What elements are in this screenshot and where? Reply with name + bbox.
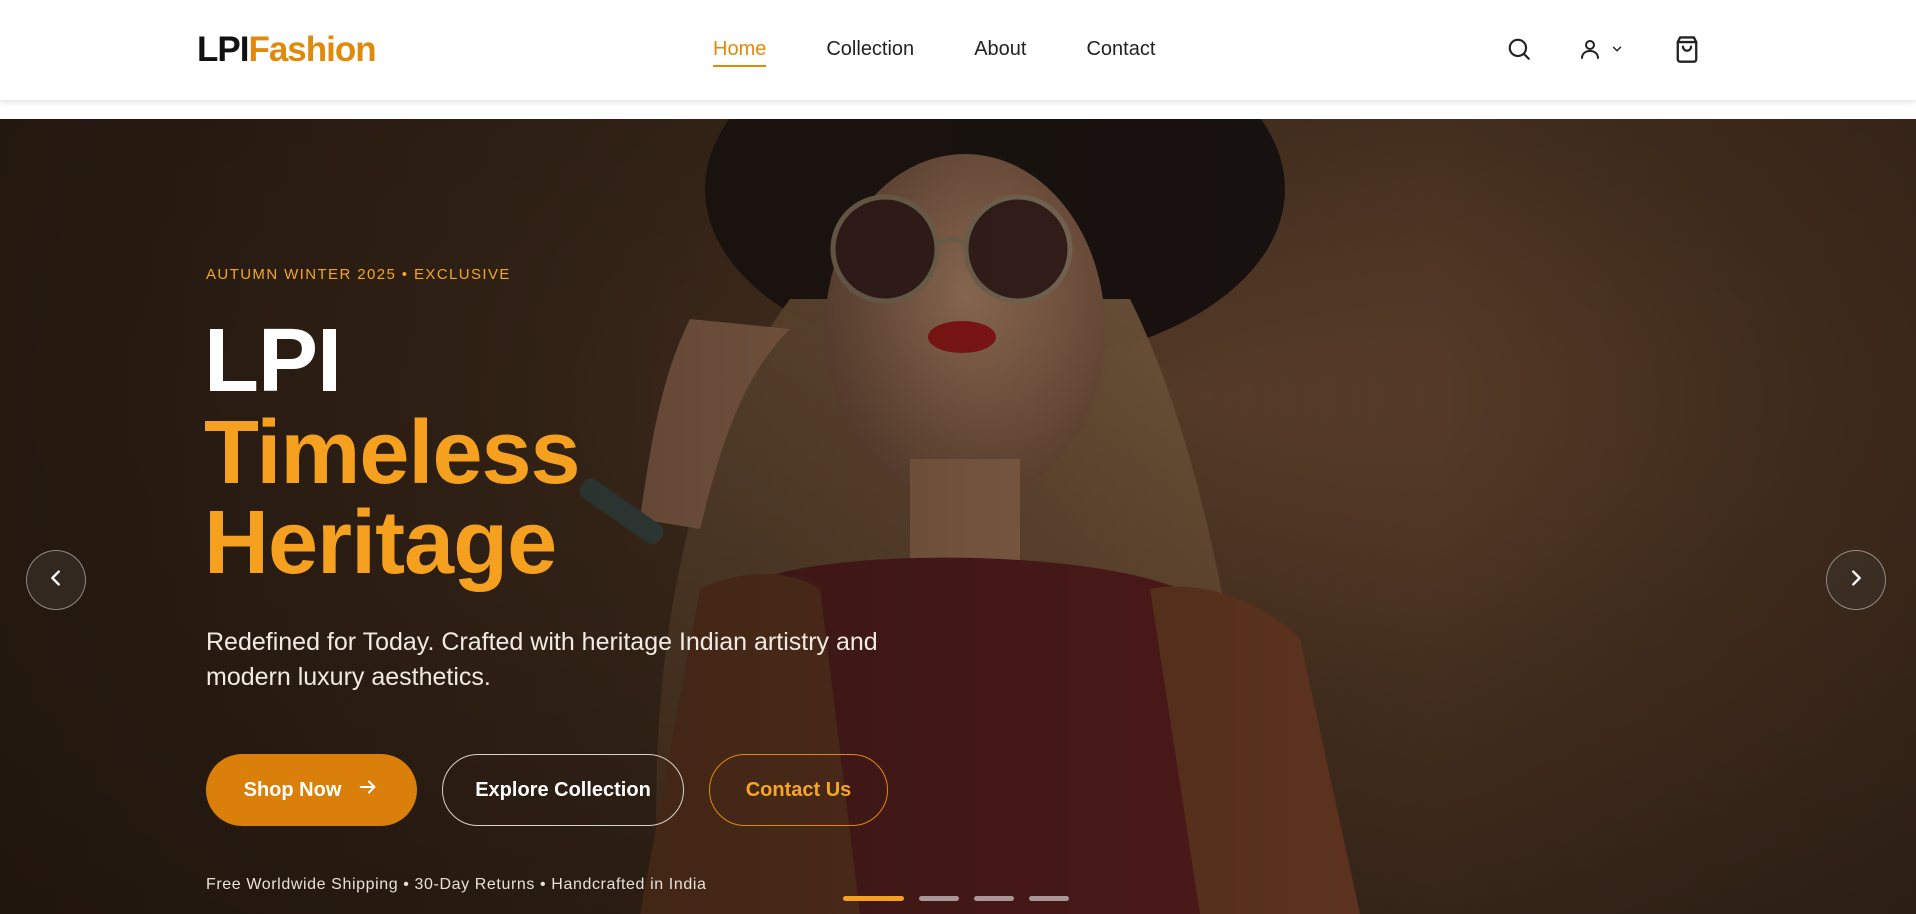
shopping-bag-icon[interactable] [1673,34,1701,64]
slider-dot-2[interactable] [919,896,959,901]
chevron-left-icon [45,567,67,594]
nav-home[interactable]: Home [713,36,767,67]
nav-contact[interactable]: Contact [1086,36,1155,62]
explore-collection-button[interactable]: Explore Collection [442,754,684,826]
search-icon[interactable] [1506,36,1532,62]
slider-next-button[interactable] [1826,550,1886,610]
brand-logo-part2: Fashion [248,30,376,69]
contact-us-label: Contact Us [745,778,852,801]
nav-about[interactable]: About [974,36,1026,62]
brand-logo-part1: LPI [197,30,249,69]
brand-logo[interactable]: LPIFashion [197,30,377,70]
slider-prev-button[interactable] [26,550,86,610]
slider-dot-4[interactable] [1029,896,1069,901]
site-header: LPIFashion Home Collection About Contact [0,0,1916,100]
slider-pagination [843,896,1069,901]
chevron-right-icon [1845,567,1867,594]
hero-eyebrow: AUTUMN WINTER 2025 • EXCLUSIVE [206,266,511,283]
hero-title-line3: Heritage [204,493,557,593]
hero-subtitle: Redefined for Today. Crafted with herita… [206,628,878,691]
main-nav: Home Collection About Contact [713,36,1215,67]
hero-title-line1: LPI [204,311,342,411]
chevron-down-icon[interactable] [1610,42,1624,56]
slider-dot-3[interactable] [974,896,1014,901]
slider-dot-1[interactable] [843,896,904,901]
shop-now-button[interactable]: Shop Now [206,754,417,826]
hero-title-line2: Timeless [204,403,581,503]
user-icon[interactable] [1578,36,1602,62]
hero-banner: AUTUMN WINTER 2025 • EXCLUSIVE LPI Timel… [0,119,1916,914]
shop-now-label: Shop Now [243,778,342,801]
hero-footnote: Free Worldwide Shipping • 30-Day Returns… [206,876,707,893]
arrow-right-icon [357,776,379,804]
contact-us-button[interactable]: Contact Us [709,754,888,826]
explore-collection-label: Explore Collection [475,778,651,801]
nav-collection[interactable]: Collection [826,36,914,62]
